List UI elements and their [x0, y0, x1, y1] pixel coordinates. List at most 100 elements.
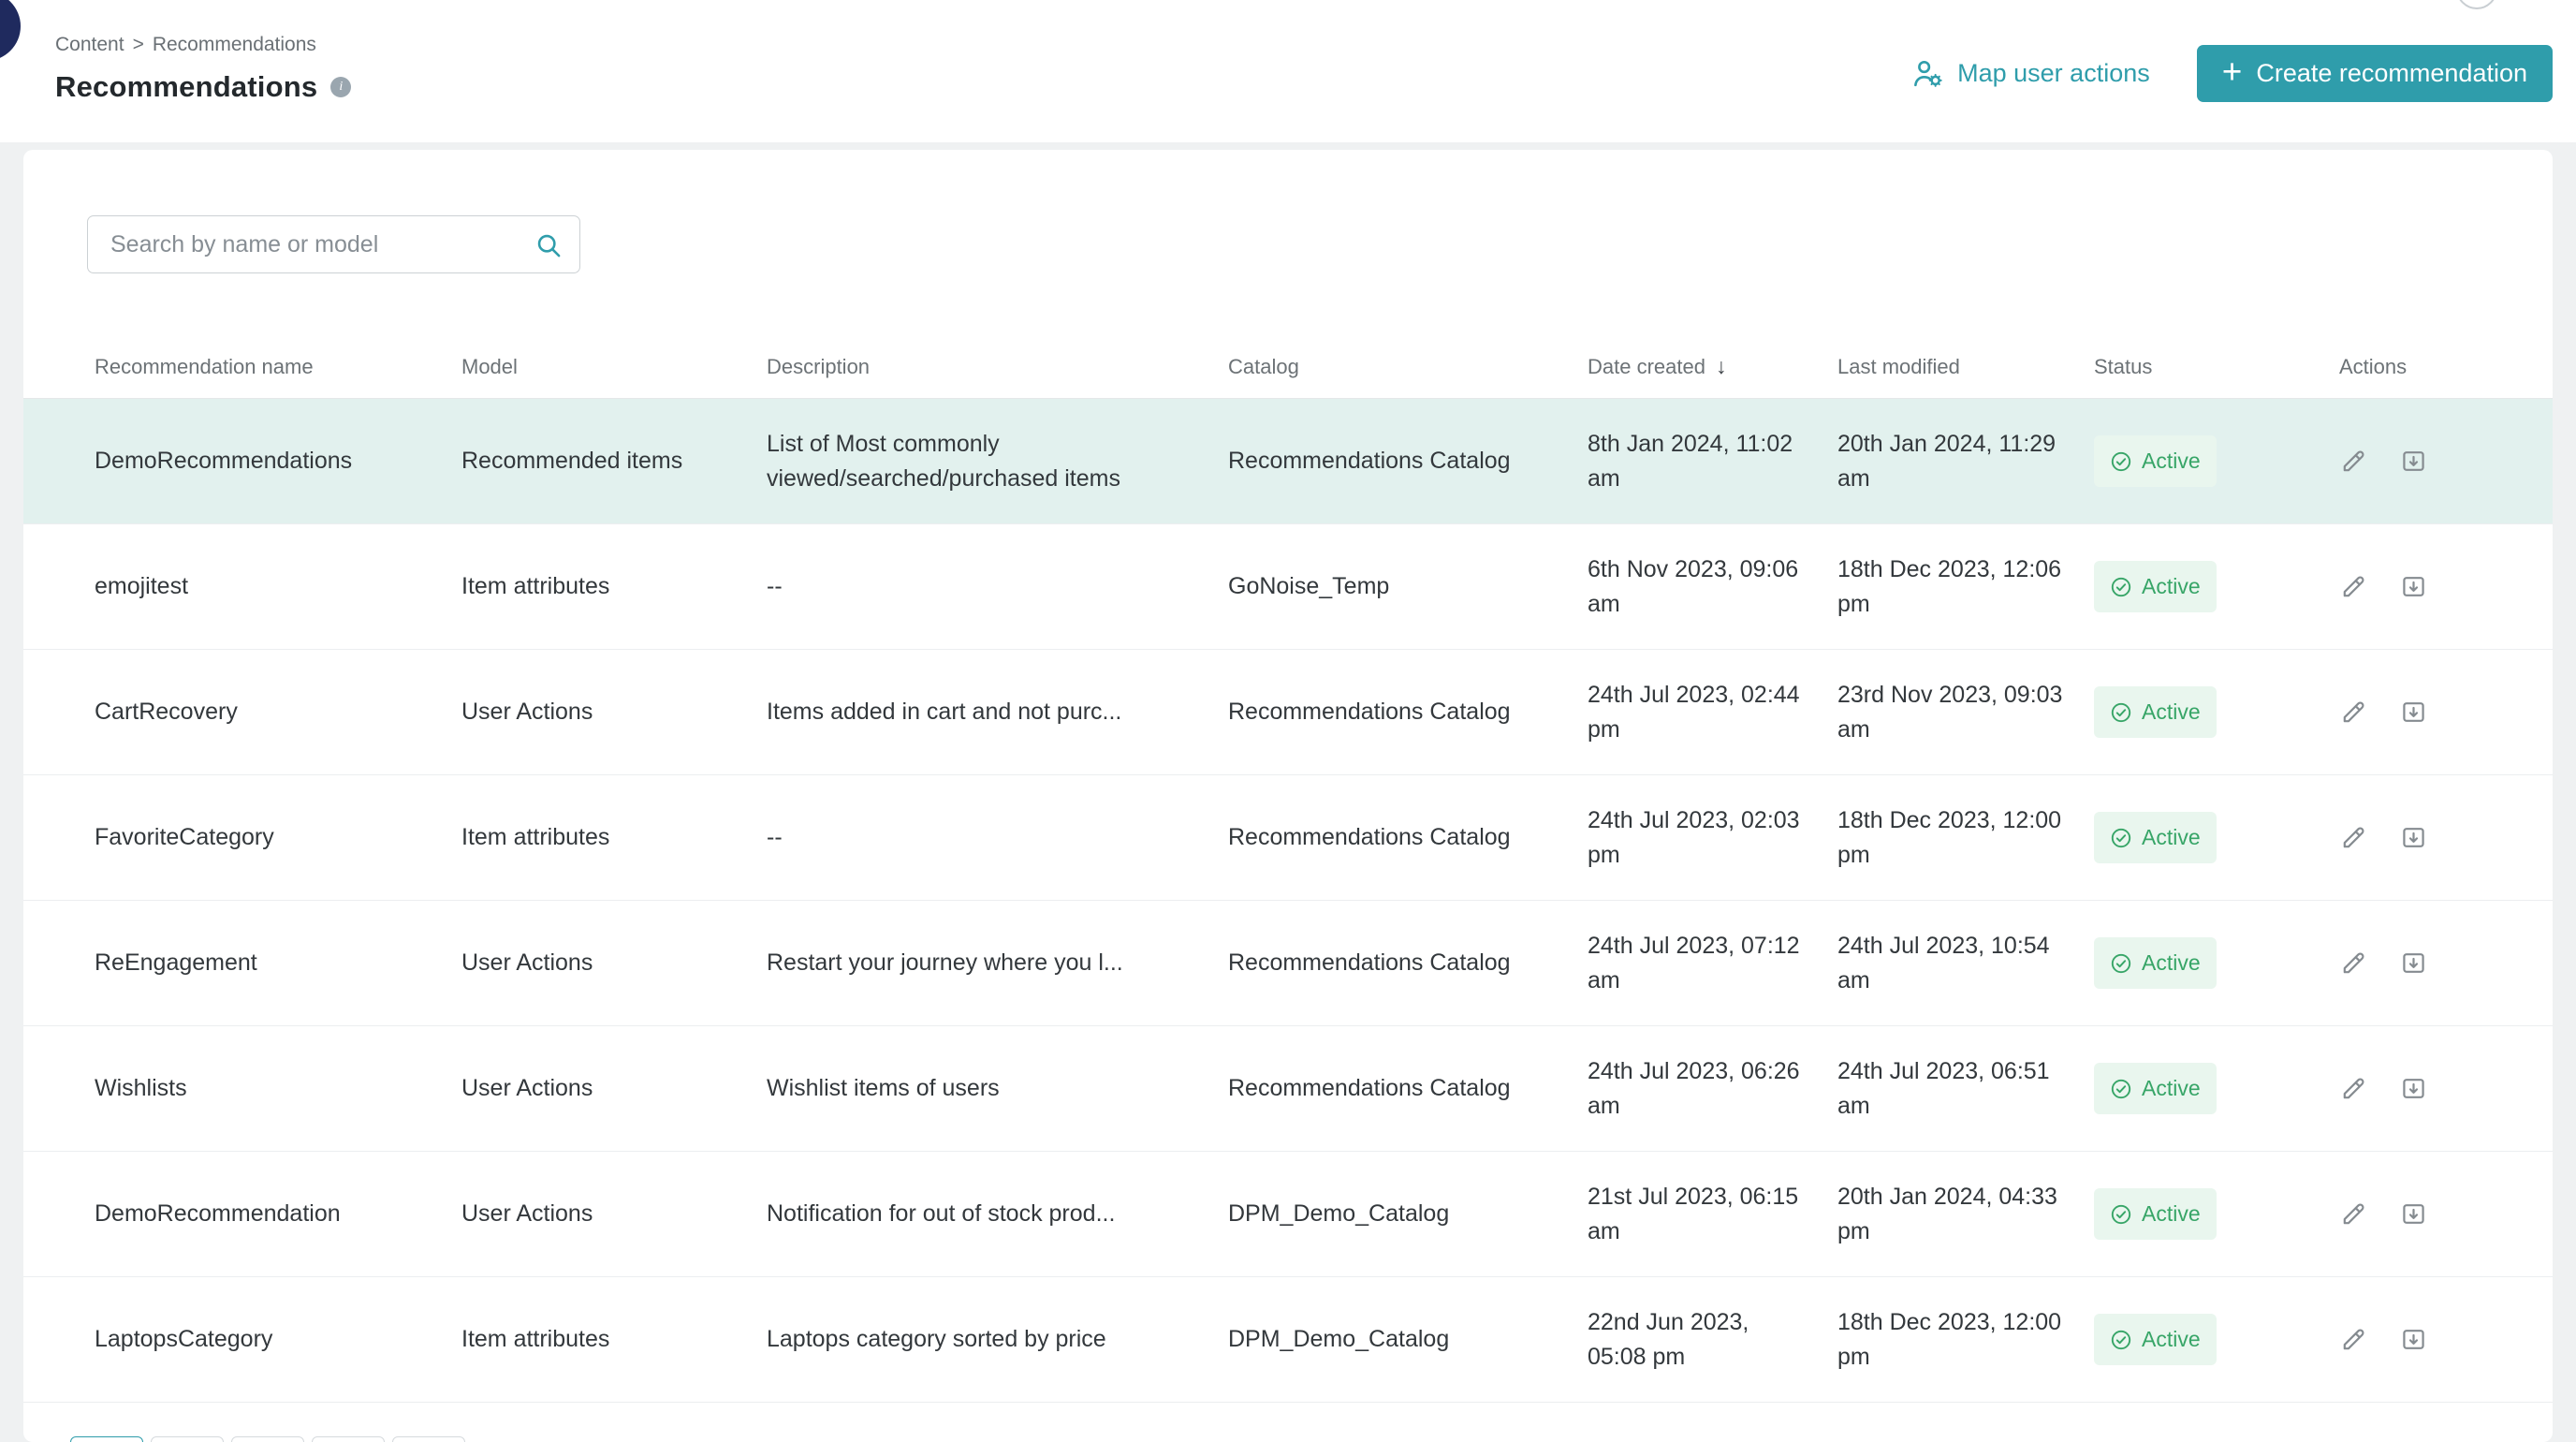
table-row[interactable]: DemoRecommendationUser ActionsNotificati…: [23, 1152, 2553, 1277]
map-user-actions-link[interactable]: Map user actions: [1910, 56, 2150, 91]
check-circle-icon: [2110, 952, 2132, 975]
cell-last-modified: 18th Dec 2023, 12:00 pm: [1837, 1305, 2094, 1374]
recommendations-table: Recommendation nameModelDescriptionCatal…: [23, 335, 2553, 1403]
status-badge: Active: [2094, 435, 2217, 487]
title-row: Recommendations i: [55, 70, 351, 104]
check-circle-icon: [2110, 450, 2132, 473]
create-recommendation-label: Create recommendation: [2256, 59, 2527, 88]
edit-icon[interactable]: [2339, 447, 2368, 476]
user-actions-icon: [1910, 56, 1945, 91]
column-header-recommendation-name[interactable]: Recommendation name: [95, 355, 461, 379]
table-row[interactable]: emojitestItem attributes--GoNoise_Temp6t…: [23, 524, 2553, 650]
edit-icon[interactable]: [2339, 572, 2368, 601]
cell-last-modified: 18th Dec 2023, 12:00 pm: [1837, 803, 2094, 872]
table-row[interactable]: LaptopsCategoryItem attributesLaptops ca…: [23, 1277, 2553, 1403]
archive-icon[interactable]: [2399, 1074, 2428, 1103]
cell-date-created: 24th Jul 2023, 06:26 am: [1588, 1054, 1837, 1123]
archive-icon[interactable]: [2399, 447, 2428, 476]
cell-catalog: Recommendations Catalog: [1228, 946, 1588, 979]
column-header-actions[interactable]: Actions: [2339, 355, 2481, 379]
create-recommendation-button[interactable]: + Create recommendation: [2197, 45, 2553, 102]
pagination: 1 2 3 4 5: [70, 1436, 2553, 1442]
cell-status: Active: [2094, 1188, 2339, 1240]
cell-date-created: 24th Jul 2023, 02:44 pm: [1588, 678, 1837, 746]
header-left: Content > Recommendations Recommendation…: [55, 0, 351, 142]
archive-icon[interactable]: [2399, 1199, 2428, 1229]
cell-catalog: Recommendations Catalog: [1228, 1071, 1588, 1105]
page-button-4[interactable]: 4: [312, 1436, 385, 1442]
cell-model: Item attributes: [461, 1322, 767, 1356]
cell-description: List of Most commonly viewed/searched/pu…: [767, 427, 1228, 495]
column-header-status[interactable]: Status: [2094, 355, 2339, 379]
breadcrumb-content[interactable]: Content: [55, 34, 124, 56]
table-row[interactable]: ReEngagementUser ActionsRestart your jou…: [23, 901, 2553, 1026]
cell-catalog: Recommendations Catalog: [1228, 695, 1588, 728]
column-header-date-created[interactable]: Date created↓: [1588, 354, 1837, 379]
status-badge: Active: [2094, 937, 2217, 989]
cell-last-modified: 24th Jul 2023, 06:51 am: [1837, 1054, 2094, 1123]
cell-status: Active: [2094, 435, 2339, 487]
archive-icon[interactable]: [2399, 823, 2428, 852]
page-header: Content > Recommendations Recommendation…: [0, 0, 2576, 142]
cell-description: Restart your journey where you l...: [767, 946, 1228, 979]
table-header-row: Recommendation nameModelDescriptionCatal…: [23, 335, 2553, 399]
cell-actions: [2339, 823, 2481, 852]
check-circle-icon: [2110, 576, 2132, 598]
cell-last-modified: 20th Jan 2024, 04:33 pm: [1837, 1180, 2094, 1248]
edit-icon[interactable]: [2339, 1199, 2368, 1229]
status-badge: Active: [2094, 561, 2217, 612]
table-row[interactable]: WishlistsUser ActionsWishlist items of u…: [23, 1026, 2553, 1152]
info-icon[interactable]: i: [330, 77, 351, 97]
column-header-catalog[interactable]: Catalog: [1228, 355, 1588, 379]
cell-recommendation-name: FavoriteCategory: [95, 820, 461, 854]
cell-status: Active: [2094, 686, 2339, 738]
archive-icon[interactable]: [2399, 1325, 2428, 1354]
breadcrumb: Content > Recommendations: [55, 34, 351, 56]
column-header-last-modified[interactable]: Last modified: [1837, 355, 2094, 379]
edit-icon[interactable]: [2339, 1074, 2368, 1103]
cell-actions: [2339, 1199, 2481, 1229]
status-badge: Active: [2094, 1188, 2217, 1240]
cell-model: User Actions: [461, 1197, 767, 1230]
cell-actions: [2339, 1325, 2481, 1354]
status-badge: Active: [2094, 1314, 2217, 1365]
cell-date-created: 22nd Jun 2023, 05:08 pm: [1588, 1305, 1837, 1374]
edit-icon[interactable]: [2339, 698, 2368, 727]
cell-date-created: 24th Jul 2023, 07:12 am: [1588, 929, 1837, 997]
column-header-model[interactable]: Model: [461, 355, 767, 379]
page-title: Recommendations: [55, 70, 317, 104]
status-label: Active: [2142, 822, 2201, 853]
cell-date-created: 8th Jan 2024, 11:02 am: [1588, 427, 1837, 495]
status-label: Active: [2142, 1324, 2201, 1355]
search-icon[interactable]: [534, 230, 563, 259]
page-button-2[interactable]: 2: [151, 1436, 224, 1442]
archive-icon[interactable]: [2399, 572, 2428, 601]
table-row[interactable]: CartRecoveryUser ActionsItems added in c…: [23, 650, 2553, 775]
column-header-description[interactable]: Description: [767, 355, 1228, 379]
check-circle-icon: [2110, 1203, 2132, 1226]
search-input[interactable]: [109, 230, 524, 259]
edit-icon[interactable]: [2339, 823, 2368, 852]
sort-desc-icon[interactable]: ↓: [1716, 354, 1727, 379]
plus-icon: +: [2222, 54, 2243, 89]
cell-actions: [2339, 1074, 2481, 1103]
page-button-1[interactable]: 1: [70, 1436, 143, 1442]
cell-model: Item attributes: [461, 820, 767, 854]
edit-icon[interactable]: [2339, 949, 2368, 978]
table-row[interactable]: FavoriteCategoryItem attributes--Recomme…: [23, 775, 2553, 901]
cell-status: Active: [2094, 937, 2339, 989]
archive-icon[interactable]: [2399, 698, 2428, 727]
page-button-3[interactable]: 3: [231, 1436, 304, 1442]
status-badge: Active: [2094, 812, 2217, 863]
cell-date-created: 21st Jul 2023, 06:15 am: [1588, 1180, 1837, 1248]
page-content: Recommendation nameModelDescriptionCatal…: [0, 142, 2576, 1442]
edit-icon[interactable]: [2339, 1325, 2368, 1354]
check-circle-icon: [2110, 827, 2132, 849]
table-row[interactable]: DemoRecommendationsRecommended itemsList…: [23, 399, 2553, 524]
cell-status: Active: [2094, 561, 2339, 612]
cell-catalog: Recommendations Catalog: [1228, 444, 1588, 478]
page-button-5[interactable]: 5: [392, 1436, 465, 1442]
cell-actions: [2339, 572, 2481, 601]
cell-description: Laptops category sorted by price: [767, 1322, 1228, 1356]
archive-icon[interactable]: [2399, 949, 2428, 978]
